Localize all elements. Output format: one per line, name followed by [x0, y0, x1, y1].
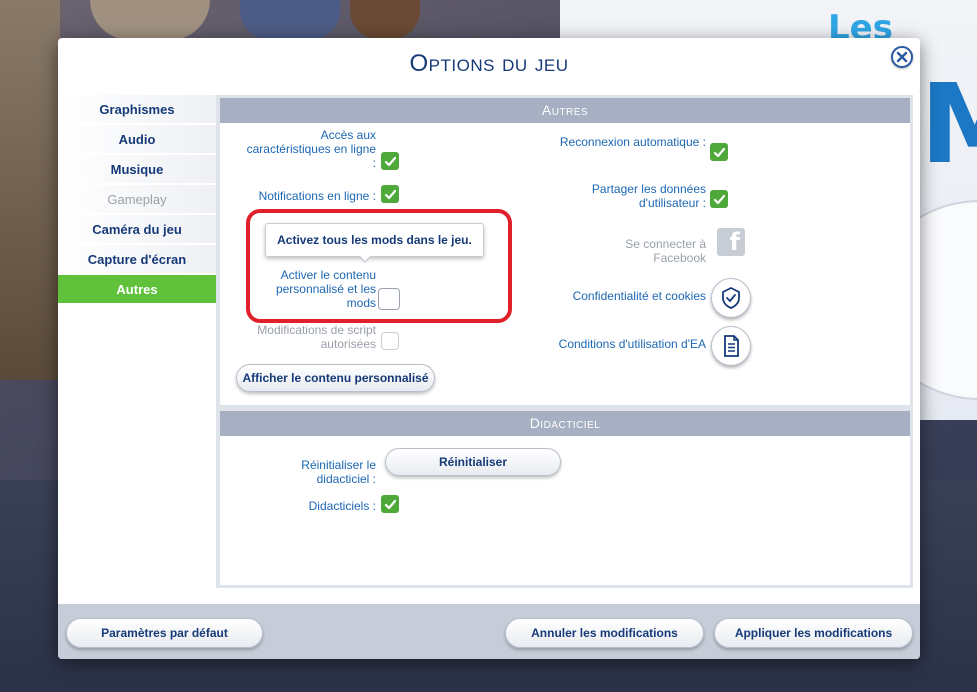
privacy-label: Confidentialité et cookies	[572, 289, 706, 303]
section-header-didacticiel: Didacticiel	[220, 411, 910, 436]
sidebar-item-gameplay[interactable]: Gameplay	[58, 185, 216, 213]
reset-tutorial-label: Réinitialiser le didacticiel :	[301, 458, 376, 486]
options-panel: Autres Accès aux caractéristiques en lig…	[220, 98, 910, 585]
cancel-changes-button[interactable]: Annuler les modifications	[505, 618, 704, 648]
privacy-button[interactable]	[711, 278, 751, 318]
custom-content-tooltip: Activez tous les mods dans le jeu.	[265, 223, 484, 257]
checkmark-icon	[384, 189, 396, 199]
share-data-label: Partager les données d'utilisateur :	[591, 182, 706, 210]
terms-button[interactable]	[711, 326, 751, 366]
sidebar-item-graphismes[interactable]: Graphismes	[58, 95, 216, 123]
tutorials-checkbox[interactable]	[381, 495, 399, 513]
online-notifications-checkbox[interactable]	[381, 185, 399, 203]
sidebar-item-audio[interactable]: Audio	[58, 125, 216, 153]
show-custom-content-button[interactable]: Afficher le contenu personnalisé	[236, 364, 435, 392]
custom-content-label: Activer le contenu personnalisé et les m…	[275, 268, 376, 310]
checkmark-icon	[713, 147, 725, 157]
auto-reconnect-label: Reconnexion automatique :	[559, 135, 706, 149]
apply-changes-button[interactable]: Appliquer les modifications	[714, 618, 913, 648]
document-icon	[724, 335, 739, 357]
sims-logo-large: M	[920, 60, 977, 188]
close-button[interactable]	[891, 46, 913, 68]
reset-tutorial-button[interactable]: Réinitialiser	[385, 448, 561, 476]
background-sim	[90, 0, 210, 40]
options-sidebar: Graphismes Audio Musique Gameplay Caméra…	[58, 95, 216, 305]
auto-reconnect-checkbox[interactable]	[710, 143, 728, 161]
tutorials-label: Didacticiels :	[308, 499, 376, 513]
checkmark-icon	[384, 499, 396, 509]
shield-check-icon	[722, 286, 740, 309]
default-settings-button[interactable]: Paramètres par défaut	[66, 618, 263, 648]
facebook-icon[interactable]: f	[717, 228, 745, 256]
share-data-checkbox[interactable]	[710, 190, 728, 208]
custom-content-checkbox[interactable]	[378, 288, 400, 310]
checkmark-icon	[384, 156, 396, 166]
section-header-autres: Autres	[220, 98, 910, 123]
game-options-dialog: Options du jeu Graphismes Audio Musique …	[58, 38, 920, 659]
background-sim	[350, 0, 420, 40]
background-sim	[240, 0, 340, 40]
dialog-footer: Paramètres par défaut Annuler les modifi…	[58, 604, 920, 659]
script-mods-checkbox[interactable]	[381, 332, 399, 350]
sidebar-item-musique[interactable]: Musique	[58, 155, 216, 183]
sidebar-item-autres[interactable]: Autres	[58, 275, 216, 303]
facebook-label: Se connecter à Facebook	[625, 237, 706, 265]
online-features-label: Accès aux caractéristiques en ligne :	[246, 128, 376, 170]
background-sim	[0, 0, 60, 380]
sidebar-item-capture[interactable]: Capture d'écran	[58, 245, 216, 273]
dialog-title: Options du jeu	[409, 50, 569, 77]
online-features-checkbox[interactable]	[381, 152, 399, 170]
online-notifications-label: Notifications en ligne :	[258, 189, 376, 203]
terms-label: Conditions d'utilisation d'EA	[558, 337, 706, 351]
script-mods-label: Modifications de script autorisées	[257, 323, 376, 351]
tooltip-arrow	[358, 255, 372, 263]
options-content: Autres Accès aux caractéristiques en lig…	[216, 95, 913, 588]
sidebar-item-camera[interactable]: Caméra du jeu	[58, 215, 216, 243]
close-icon	[896, 51, 908, 63]
checkmark-icon	[713, 194, 725, 204]
